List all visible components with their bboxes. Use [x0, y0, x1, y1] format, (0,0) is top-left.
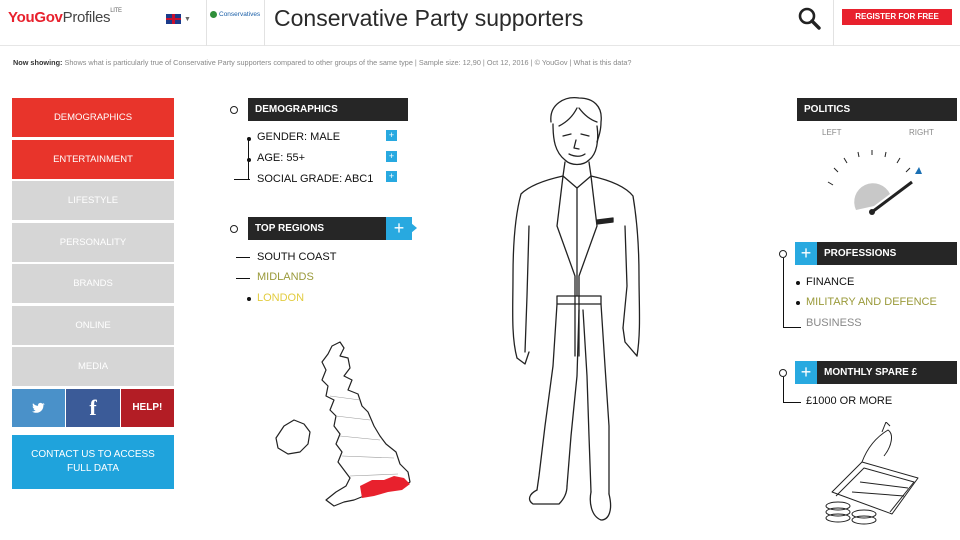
- country-selector[interactable]: ▼: [166, 11, 196, 27]
- bullet: [246, 137, 251, 141]
- social-row: f HELP!: [12, 388, 174, 427]
- demographic-gender: GENDER: MALE: [257, 131, 341, 143]
- chevron-down-icon: ▼: [184, 15, 191, 23]
- bullet: [246, 297, 251, 301]
- divider: [264, 0, 265, 46]
- uk-flag-icon: [166, 14, 181, 24]
- person-illustration: [512, 97, 641, 521]
- connector-line: [783, 402, 801, 403]
- conservatives-logo: Conservatives: [210, 11, 260, 18]
- sidebar-item-entertainment[interactable]: ENTERTAINMENT: [12, 139, 174, 179]
- section-marker-icon: [230, 225, 238, 233]
- oak-tree-icon: [210, 11, 217, 18]
- demographic-age: AGE: 55+: [257, 152, 306, 164]
- now-showing-label: Now showing:: [13, 58, 63, 67]
- divider: [206, 0, 207, 46]
- ireland-outline: [275, 419, 311, 455]
- sidebar-item-online[interactable]: ONLINE: [12, 305, 174, 345]
- demographics-header: DEMOGRAPHICS: [248, 98, 408, 121]
- gauge-fill: [854, 183, 890, 210]
- help-button[interactable]: HELP!: [120, 388, 174, 427]
- gauge-marker-icon: [915, 167, 922, 174]
- yougov-profiles-logo[interactable]: YouGovProfilesLITE: [8, 8, 122, 26]
- demographic-social-grade: SOCIAL GRADE: ABC1: [257, 173, 374, 185]
- top-regions-header: TOP REGIONS: [248, 217, 386, 240]
- professions-header: PROFESSIONS: [817, 242, 957, 265]
- politics-gauge: [827, 150, 922, 215]
- politics-header: POLITICS: [797, 98, 957, 121]
- connector-line: [783, 377, 784, 402]
- money-illustration: [825, 422, 919, 525]
- logo-lite: LITE: [110, 8, 122, 14]
- sidebar-item-brands[interactable]: BRANDS: [12, 264, 174, 303]
- contact-us-button[interactable]: CONTACT US TO ACCESS FULL DATA: [12, 434, 174, 489]
- facebook-icon: f: [89, 394, 97, 420]
- profession-item: FINANCE: [806, 276, 855, 288]
- monthly-spare-header: MONTHLY SPARE £: [817, 361, 957, 384]
- search-icon: [798, 7, 821, 30]
- connector-line: [783, 327, 801, 328]
- region-item: LONDON: [257, 292, 305, 304]
- page-title: Conservative Party supporters: [274, 5, 584, 31]
- facebook-button[interactable]: f: [66, 388, 120, 427]
- search-button[interactable]: [797, 6, 823, 30]
- connector-line: [236, 257, 250, 258]
- gauge-ticks: [827, 150, 911, 186]
- region-item: SOUTH COAST: [257, 251, 337, 263]
- bullet: [796, 281, 800, 285]
- connector-line: [783, 258, 784, 327]
- top-header: YouGovProfilesLITE ▼ Conservatives Conse…: [0, 0, 960, 46]
- politics-left-label: LEFT: [822, 128, 842, 137]
- bullet: [796, 301, 800, 305]
- connector-line: [236, 278, 250, 279]
- sidebar-item-media[interactable]: MEDIA: [12, 347, 174, 386]
- profession-item: BUSINESS: [806, 317, 862, 329]
- bullet: [246, 158, 251, 162]
- now-showing-bar: Now showing: Shows what is particularly …: [13, 58, 631, 67]
- now-showing-text: Shows what is particularly true of Conse…: [64, 58, 632, 67]
- monthly-spare-expand-button[interactable]: +: [795, 361, 817, 384]
- arrow-right-icon: [411, 223, 417, 233]
- expand-plus-button[interactable]: +: [386, 151, 397, 162]
- gauge-pivot: [869, 209, 875, 215]
- logo-gov: Gov: [34, 9, 63, 26]
- section-marker-icon: [230, 106, 238, 114]
- divider: [833, 0, 834, 46]
- sidebar-item-lifestyle[interactable]: LIFESTYLE: [12, 181, 174, 220]
- expand-plus-button[interactable]: +: [386, 130, 397, 141]
- uk-map: [275, 341, 411, 507]
- twitter-icon: [31, 402, 45, 413]
- connector-line: [234, 179, 250, 180]
- top-regions-expand-button[interactable]: +: [386, 217, 412, 240]
- twitter-button[interactable]: [12, 388, 66, 427]
- politics-right-label: RIGHT: [909, 128, 934, 137]
- section-marker-icon: [779, 250, 787, 258]
- profession-item: MILITARY AND DEFENCE: [806, 296, 937, 308]
- region-item: MIDLANDS: [257, 271, 314, 283]
- party-logo-text: Conservatives: [219, 11, 261, 18]
- section-marker-icon: [779, 369, 787, 377]
- logo-you: You: [8, 9, 35, 26]
- professions-expand-button[interactable]: +: [795, 242, 817, 265]
- sidebar: DEMOGRAPHICS ENTERTAINMENT LIFESTYLE PER…: [12, 98, 174, 489]
- register-button[interactable]: REGISTER FOR FREE: [842, 9, 952, 25]
- expand-plus-button[interactable]: +: [386, 171, 397, 182]
- logo-profiles: Profiles: [62, 9, 111, 26]
- monthly-spare-item: £1000 OR MORE: [806, 395, 893, 407]
- sidebar-item-demographics[interactable]: DEMOGRAPHICS: [12, 98, 174, 137]
- sidebar-item-personality[interactable]: PERSONALITY: [12, 222, 174, 262]
